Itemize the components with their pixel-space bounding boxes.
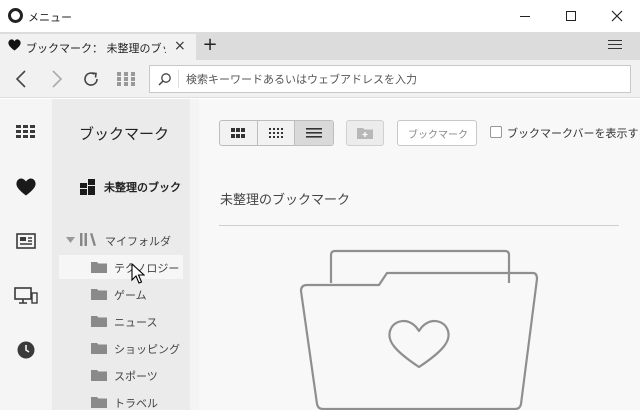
section-divider [219, 225, 619, 226]
folder-icon [91, 397, 107, 408]
show-bookmark-bar-checkbox[interactable] [490, 126, 502, 138]
news-icon[interactable] [13, 230, 39, 252]
folder-icon [91, 262, 107, 273]
unsorted-bookmarks-item[interactable]: 未整理のブックマーク [80, 177, 190, 197]
folder-label: ゲーム [114, 289, 147, 302]
window-title: メニュー [28, 11, 72, 24]
search-icon [158, 72, 172, 89]
speed-dial-icon[interactable] [13, 121, 39, 143]
mouse-cursor-icon [131, 263, 145, 284]
new-tab-button[interactable]: + [200, 34, 220, 55]
maximize-icon [566, 11, 576, 21]
folder-label: テクノロジー [114, 262, 180, 275]
unsorted-icon [80, 179, 95, 195]
bookmark-search-input[interactable] [397, 120, 477, 146]
title-bar: メニュー [0, 0, 640, 32]
large-grid-view-button[interactable] [220, 121, 258, 145]
minimize-button[interactable] [502, 0, 548, 32]
list-view-button[interactable] [295, 121, 333, 145]
tab-bookmarks[interactable]: ブックマーク： 未整理のブックマーク × [0, 34, 196, 60]
section-title: 未整理のブックマーク [220, 193, 351, 208]
heart-icon [8, 39, 21, 55]
minimize-icon [520, 15, 530, 17]
heart-icon[interactable] [13, 176, 39, 198]
folder-item-sports[interactable]: スポーツ [59, 363, 183, 387]
folder-label: スポーツ [114, 370, 158, 383]
small-grid-view-button[interactable] [258, 121, 296, 145]
forward-icon [52, 70, 63, 88]
grid-icon [117, 72, 135, 86]
back-icon [15, 70, 26, 88]
back-button[interactable] [10, 68, 32, 90]
folder-item-news[interactable]: ニュース [59, 309, 183, 333]
folder-icon [91, 289, 107, 300]
main-content: ブックマークバーを表示する 未整理のブックマーク [199, 99, 640, 410]
new-folder-button[interactable] [346, 120, 384, 146]
large-grid-icon [231, 128, 246, 138]
panel-title: ブックマーク [79, 125, 170, 143]
folder-icon [91, 316, 107, 327]
address-input[interactable] [186, 71, 626, 87]
sidebar [0, 99, 52, 410]
folder-icon [91, 370, 107, 381]
tab-menu-icon[interactable] [608, 40, 622, 52]
list-icon [306, 128, 323, 138]
folder-icon [91, 343, 107, 354]
add-folder-icon [357, 128, 373, 139]
panel-scrollbar[interactable] [190, 99, 199, 410]
reload-icon [84, 72, 98, 86]
reload-button[interactable] [80, 68, 102, 90]
folder-label: ショッピング [114, 343, 180, 356]
folder-item-technology[interactable]: テクノロジー [59, 255, 183, 279]
chevron-down-icon [66, 237, 75, 243]
show-bookmark-bar-label[interactable]: ブックマークバーを表示する [507, 125, 640, 141]
opera-logo-icon[interactable] [8, 8, 23, 23]
small-grid-icon [269, 128, 283, 138]
folder-item-shopping[interactable]: ショッピング [59, 336, 183, 360]
devices-icon[interactable] [13, 285, 39, 307]
tab-close-button[interactable]: × [174, 38, 186, 54]
address-bar [0, 60, 640, 98]
folder-item-travel[interactable]: トラベル [59, 390, 183, 410]
tab-strip: ブックマーク： 未整理のブックマーク × + [0, 32, 640, 60]
my-folder-label: マイフォルダ [105, 235, 171, 248]
url-separator [178, 70, 179, 88]
url-box[interactable] [149, 65, 631, 93]
folder-item-game[interactable]: ゲーム [59, 282, 183, 306]
speed-dial-button[interactable] [115, 68, 137, 90]
library-icon [80, 233, 96, 246]
maximize-button[interactable] [548, 0, 594, 32]
empty-folder-heart-icon [299, 249, 539, 410]
view-mode-group [219, 120, 334, 146]
close-window-button[interactable] [594, 0, 640, 32]
forward-button[interactable] [46, 68, 68, 90]
unsorted-label: 未整理のブックマーク [104, 181, 182, 194]
bookmarks-panel: ブックマーク 未整理のブックマーク マイフォルダ テクノロジー ゲーム ニュース… [52, 99, 199, 410]
close-icon [611, 10, 623, 22]
folder-label: トラベル [114, 397, 158, 410]
folder-label: ニュース [114, 316, 158, 329]
tab-label: ブックマーク： 未整理のブックマーク [26, 42, 166, 55]
history-icon[interactable] [13, 339, 39, 361]
